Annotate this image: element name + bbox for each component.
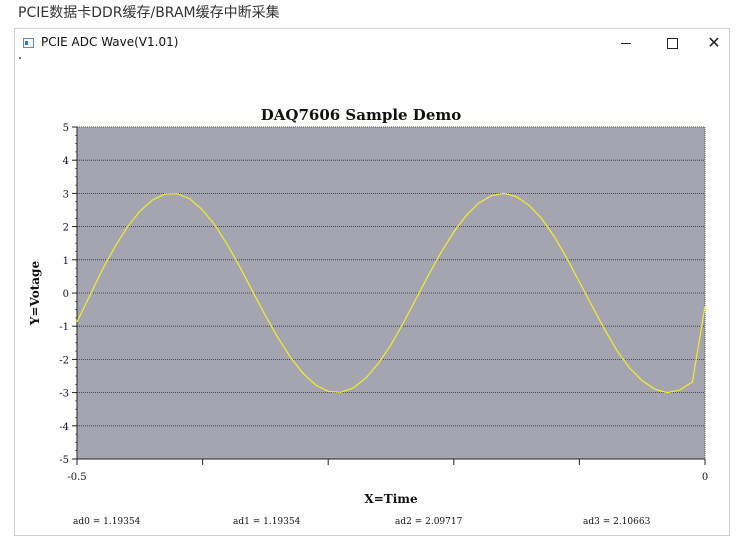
close-button[interactable]: ✕ [691, 29, 737, 57]
window-title: PCIE ADC Wave(V1.01) [41, 35, 179, 49]
y-tick-label: -2 [59, 355, 69, 366]
maximize-icon [666, 37, 678, 49]
y-tick-label: 5 [63, 123, 69, 134]
x-tick-label: -0.5 [67, 472, 86, 483]
status-ad3: ad3 = 2.10663 [583, 517, 651, 527]
x-tick-label: 0 [702, 472, 708, 483]
close-icon: ✕ [707, 33, 721, 52]
status-ad0: ad0 = 1.19354 [73, 517, 141, 527]
y-axis-label: Y=Votage [28, 261, 42, 327]
y-tick-label: 2 [63, 223, 69, 234]
chart-area: DAQ7606 Sample Demo 5 4 3 2 1 0 -1 -2 -3 -4 -5 -0.… [15, 69, 729, 535]
app-window: PCIE ADC Wave(V1.01) ✕ DAQ7606 Sample De… [14, 28, 730, 536]
x-axis-ticks: -0.5 0 [67, 459, 708, 483]
minimize-button[interactable] [603, 29, 649, 57]
y-tick-label: 3 [63, 189, 69, 200]
x-axis-label: X=Time [364, 492, 418, 506]
y-tick-label: -1 [59, 322, 69, 333]
menu-dot [19, 57, 21, 59]
title-bar[interactable]: PCIE ADC Wave(V1.01) ✕ [15, 29, 729, 57]
status-ad2: ad2 = 2.09717 [395, 517, 463, 527]
status-ad1: ad1 = 1.19354 [233, 517, 301, 527]
page-caption: PCIE数据卡DDR缓存/BRAM缓存中断采集 [18, 5, 280, 21]
y-tick-label: 0 [63, 289, 69, 300]
y-tick-label: -4 [59, 422, 69, 433]
maximize-button[interactable] [649, 29, 695, 57]
chart-title: DAQ7606 Sample Demo [261, 106, 462, 124]
waveform-chart: DAQ7606 Sample Demo 5 4 3 2 1 0 -1 -2 -3 -4 -5 -0.… [28, 106, 708, 506]
y-tick-label: 4 [63, 156, 69, 167]
app-icon [23, 38, 34, 48]
minimize-icon [621, 42, 631, 44]
y-tick-label: -5 [59, 455, 69, 466]
y-axis-ticks: 5 4 3 2 1 0 -1 -2 -3 -4 -5 [59, 123, 77, 466]
y-tick-label: -3 [59, 389, 69, 400]
y-tick-label: 1 [63, 256, 69, 267]
